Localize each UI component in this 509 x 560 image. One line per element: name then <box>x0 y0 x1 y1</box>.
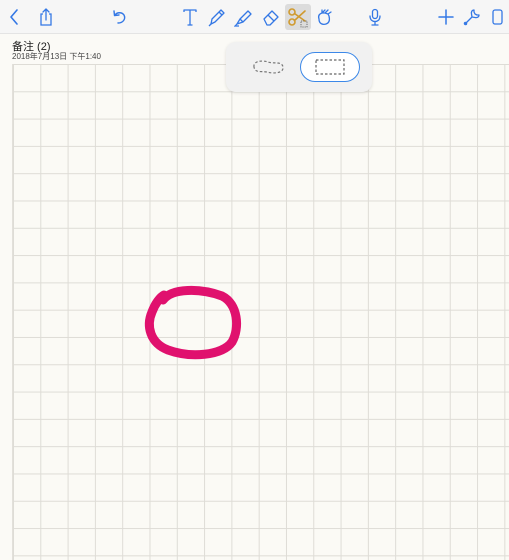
notes-app-screen: 备注 (2) 2018年7月13日 下午1:40 <box>0 0 509 560</box>
selection-mode-popover <box>226 42 372 92</box>
plus-icon <box>438 9 454 25</box>
rectangle-selection-icon <box>315 59 345 75</box>
rectangle-select-option[interactable] <box>300 52 360 82</box>
pages-button[interactable] <box>484 4 509 30</box>
chevron-left-icon <box>10 9 18 25</box>
back-button[interactable] <box>2 4 28 30</box>
share-icon <box>40 8 52 26</box>
text-tool-icon <box>183 9 197 26</box>
highlighter-tool-button[interactable] <box>231 4 257 30</box>
pen-icon <box>208 9 225 27</box>
hand-icon <box>317 9 332 25</box>
text-tool-button[interactable] <box>177 4 203 30</box>
add-button[interactable] <box>433 4 459 30</box>
wrench-icon <box>463 9 480 26</box>
note-date: 2018年7月13日 下午1:40 <box>12 52 101 61</box>
grid-paper-canvas[interactable] <box>12 64 509 560</box>
pen-tool-button[interactable] <box>204 4 230 30</box>
settings-button[interactable] <box>459 4 485 30</box>
eraser-tool-button[interactable] <box>258 4 284 30</box>
page-icon <box>492 9 503 25</box>
undo-icon <box>113 10 126 24</box>
scissors-icon <box>288 8 308 28</box>
eraser-icon <box>263 10 279 26</box>
undo-button[interactable] <box>106 4 132 30</box>
highlighter-icon <box>234 10 252 27</box>
freeform-lasso-option[interactable] <box>238 52 298 82</box>
lasso-tool-button[interactable] <box>285 4 311 30</box>
hand-tool-button[interactable] <box>311 4 337 30</box>
freeform-selection-icon <box>253 60 284 74</box>
microphone-button[interactable] <box>362 4 388 30</box>
share-button[interactable] <box>33 4 59 30</box>
microphone-icon <box>369 8 381 26</box>
top-toolbar <box>0 0 509 34</box>
